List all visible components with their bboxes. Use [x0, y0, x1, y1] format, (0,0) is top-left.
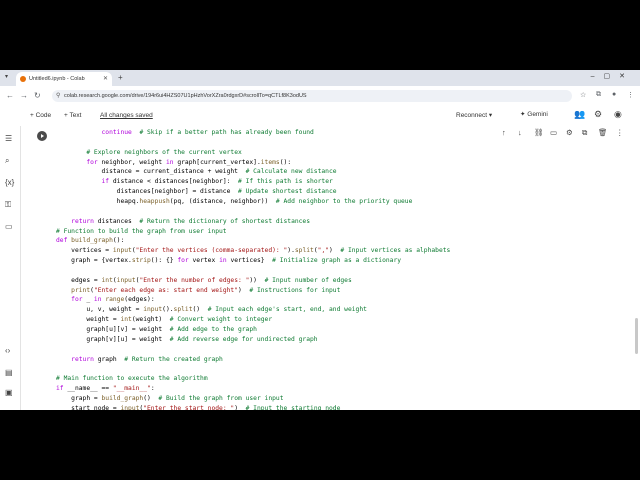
menu-icon[interactable]: ⋮	[627, 91, 634, 99]
code-line[interactable]: heapq.heappush(pq, (distance, neighbor))…	[56, 197, 413, 206]
colab-logo-icon	[20, 76, 26, 82]
secrets-key-icon[interactable]: ⚿	[5, 200, 11, 210]
new-tab-icon[interactable]: +	[118, 73, 123, 82]
profile-icon[interactable]: ●	[612, 91, 616, 98]
code-line[interactable]: if __name__ == "__main__":	[56, 384, 155, 393]
gemini-icon: ✦	[520, 111, 526, 118]
code-line[interactable]: weight = int(weight) # Convert weight to…	[56, 315, 272, 324]
code-line[interactable]: # Function to build the graph from user …	[56, 227, 227, 236]
code-line[interactable]: graph[v][u] = weight # Add reverse edge …	[56, 335, 317, 344]
add-text-button[interactable]: + Text	[64, 112, 81, 119]
code-line[interactable]: graph[u][v] = weight # Add edge to the g…	[56, 325, 257, 334]
code-line[interactable]: return graph # Return the created graph	[56, 355, 223, 364]
reconnect-button[interactable]: Reconnect ▾	[456, 111, 492, 119]
tab-bar: ▾ Untitled6.ipynb - Colab ✕ + –▢✕	[0, 70, 640, 86]
reconnect-label: Reconnect	[456, 112, 488, 119]
variables-icon[interactable]: {x}	[5, 178, 14, 187]
share-icon[interactable]: 👥	[574, 109, 585, 120]
save-status[interactable]: All changes saved	[100, 112, 153, 119]
code-line[interactable]: def build_graph():	[56, 236, 124, 245]
tab-colab[interactable]: Untitled6.ipynb - Colab ✕	[16, 72, 112, 86]
code-line[interactable]: start_node = input("Enter the start node…	[56, 404, 340, 410]
code-line[interactable]: # Explore neighbors of the current verte…	[56, 148, 241, 157]
code-line[interactable]: distance = current_distance + weight # C…	[56, 167, 336, 176]
colab-toolbar: + Code + Text All changes saved Reconnec…	[0, 106, 640, 126]
table-of-contents-icon[interactable]: ☰	[5, 134, 12, 143]
tab-list-icon[interactable]: ▾	[5, 73, 8, 80]
code-line[interactable]: distances[neighbor] = distance # Update …	[56, 187, 337, 196]
code-line[interactable]: vertices = input("Enter the vertices (co…	[56, 246, 450, 255]
reload-icon[interactable]: ↻	[34, 91, 41, 100]
code-snippets-icon[interactable]: ‹›	[5, 346, 10, 355]
window-controls[interactable]: –▢✕	[591, 72, 634, 80]
gemini-button[interactable]: ✦ Gemini	[520, 109, 560, 121]
code-line[interactable]: print("Enter each edge as: start end wei…	[56, 286, 340, 295]
files-folder-icon[interactable]: ▭	[5, 222, 13, 231]
back-icon[interactable]: ←	[6, 91, 14, 100]
code-line[interactable]: for _ in range(edges):	[56, 295, 154, 304]
code-line[interactable]: return distances # Return the dictionary…	[56, 217, 310, 226]
code-line[interactable]: edges = int(input("Enter the number of e…	[56, 276, 352, 285]
tab-title: Untitled6.ipynb - Colab	[29, 76, 85, 82]
terminal-icon[interactable]: ▣	[5, 388, 13, 397]
code-line[interactable]: graph = build_graph() # Build the graph …	[56, 394, 283, 403]
account-avatar[interactable]: ◉	[614, 109, 622, 120]
close-tab-icon[interactable]: ✕	[103, 75, 108, 82]
extensions-icon[interactable]: ⧉	[596, 91, 601, 99]
bookmark-icon[interactable]: ☆	[580, 91, 586, 99]
settings-icon[interactable]: ⚙	[594, 109, 602, 120]
address-bar-row: ← → ↻ ⚲ colab.research.google.com/drive/…	[0, 86, 640, 107]
command-palette-icon[interactable]: ▤	[5, 368, 13, 377]
url-text: colab.research.google.com/drive/194r6ui4…	[64, 93, 307, 99]
code-line[interactable]: # Main function to execute the algorithm	[56, 374, 208, 383]
left-sidebar: ☰ ⌕ {x} ⚿ ▭ ‹› ▤ ▣	[0, 126, 21, 410]
scrollbar-thumb[interactable]	[635, 318, 638, 354]
code-cell[interactable]: continue # Skip if a better path has alr…	[56, 126, 626, 410]
code-line[interactable]: continue # Skip if a better path has alr…	[56, 128, 314, 137]
forward-icon[interactable]: →	[20, 91, 28, 100]
code-line[interactable]: for neighbor, weight in graph[current_ve…	[56, 158, 291, 167]
gemini-label: Gemini	[527, 111, 548, 118]
browser-window: ▾ Untitled6.ipynb - Colab ✕ + –▢✕ ← → ↻ …	[0, 70, 640, 410]
code-line[interactable]: if distance < distances[neighbor]: # If …	[56, 177, 333, 186]
site-info-icon[interactable]: ⚲	[56, 90, 60, 102]
run-cell-button[interactable]	[37, 131, 47, 141]
code-line[interactable]: u, v, weight = input().split() # Input e…	[56, 305, 367, 314]
code-line[interactable]: graph = {vertex.strip(): {} for vertex i…	[56, 256, 401, 265]
url-field[interactable]: ⚲ colab.research.google.com/drive/194r6u…	[52, 90, 572, 102]
search-icon[interactable]: ⌕	[5, 156, 9, 166]
add-code-button[interactable]: + Code	[30, 112, 51, 119]
